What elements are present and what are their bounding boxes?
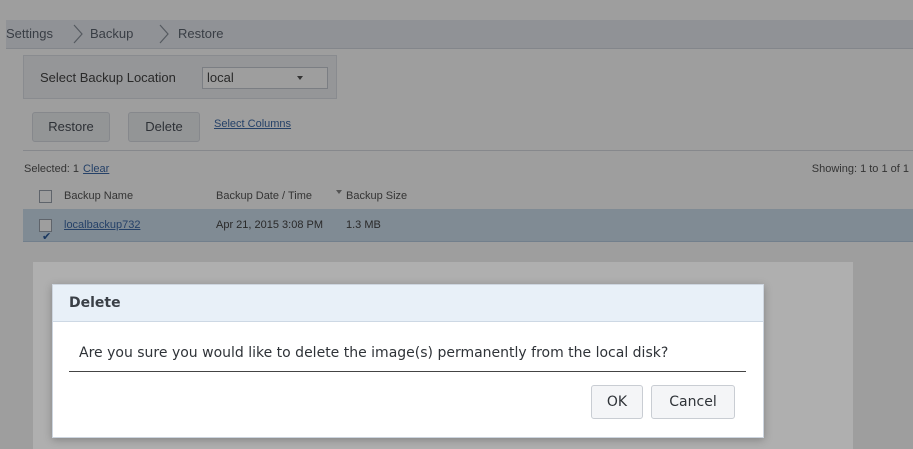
cancel-button[interactable]: Cancel [651, 385, 735, 419]
dialog-header: Delete [53, 285, 763, 322]
dialog-message: Are you sure you would like to delete th… [79, 345, 669, 361]
restore-page: Settings Backup Restore Select Backup Lo… [0, 0, 913, 449]
ok-button[interactable]: OK [591, 385, 643, 419]
dialog-title: Delete [69, 295, 121, 311]
delete-confirm-dialog: Delete Are you sure you would like to de… [52, 284, 764, 438]
dialog-divider [69, 371, 746, 372]
